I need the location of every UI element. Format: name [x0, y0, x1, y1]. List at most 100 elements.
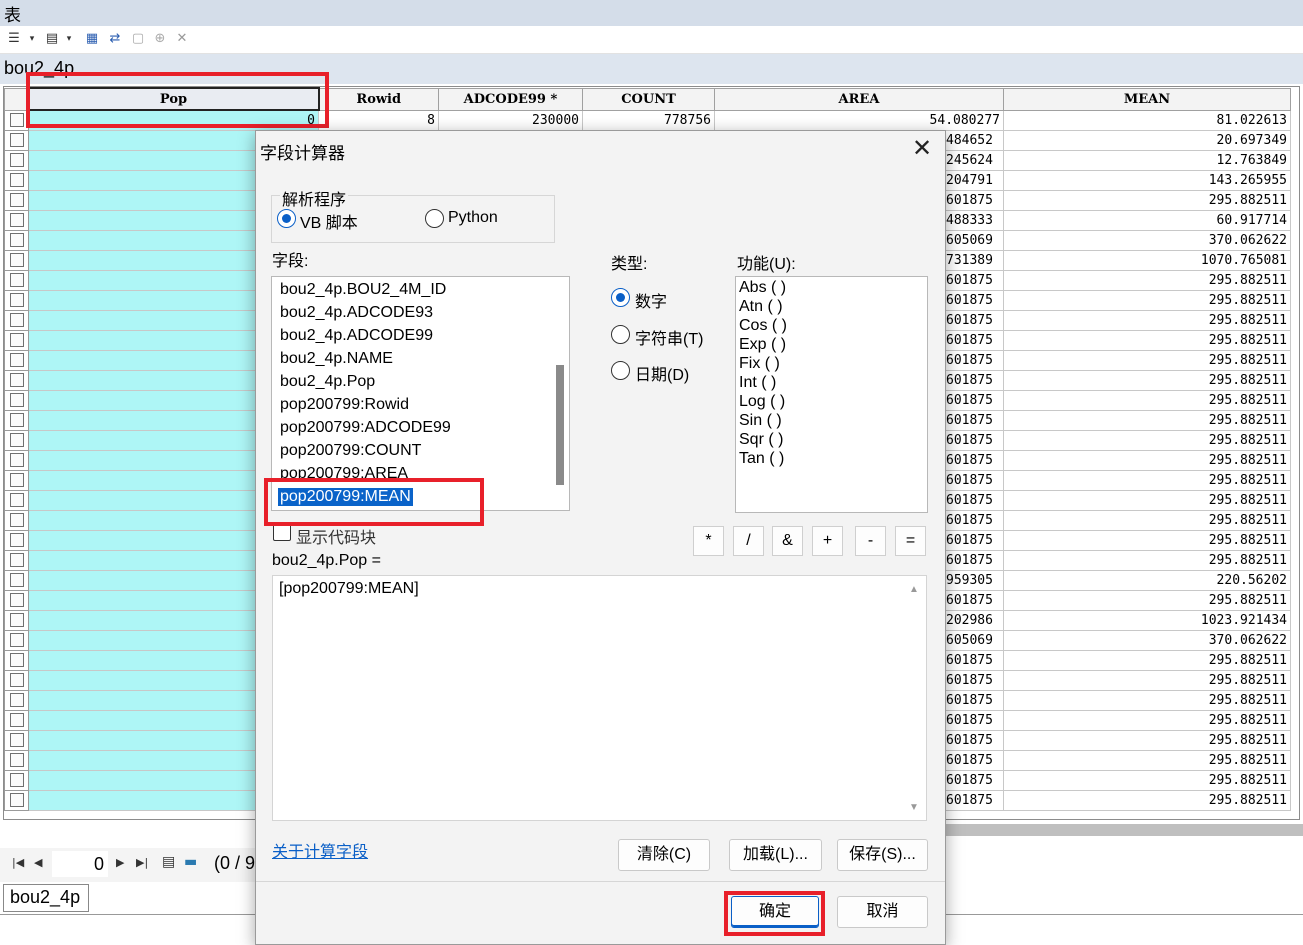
- functions-list[interactable]: Abs ( ) Atn ( ) Cos ( ) Exp ( ) Fix ( ) …: [735, 276, 928, 513]
- first-record-icon[interactable]: |◀: [12, 856, 24, 869]
- cancel-button[interactable]: 取消: [837, 896, 928, 928]
- cell-mean[interactable]: 12.763849: [1003, 149, 1291, 171]
- cell-count[interactable]: 778756: [582, 109, 715, 131]
- operator-equals-button[interactable]: =: [895, 526, 926, 556]
- cell-mean[interactable]: 295.882511: [1003, 349, 1291, 371]
- row-selector[interactable]: [4, 309, 29, 331]
- row-selector[interactable]: [4, 729, 29, 751]
- radio-python-label[interactable]: Python: [448, 209, 498, 227]
- row-selector-header[interactable]: [4, 87, 29, 111]
- row-selector[interactable]: [4, 429, 29, 451]
- row-selector[interactable]: [4, 549, 29, 571]
- cell-mean[interactable]: 295.882511: [1003, 289, 1291, 311]
- list-item[interactable]: bou2_4p.NAME: [280, 350, 393, 368]
- cell-area[interactable]: 54.080277: [714, 109, 1004, 131]
- function-item[interactable]: Fix ( ): [739, 355, 780, 373]
- radio-python[interactable]: [425, 209, 444, 228]
- chevron-down-icon[interactable]: ▾: [61, 31, 77, 47]
- row-selector[interactable]: [4, 389, 29, 411]
- row-selector[interactable]: [4, 269, 29, 291]
- column-header-mean[interactable]: MEAN: [1003, 87, 1291, 111]
- cell-mean[interactable]: 295.882511: [1003, 449, 1291, 471]
- related-tables-icon[interactable]: ▤: [44, 31, 60, 47]
- radio-type-number[interactable]: [611, 288, 630, 307]
- list-item[interactable]: bou2_4p.ADCODE93: [280, 304, 433, 322]
- row-selector[interactable]: [4, 229, 29, 251]
- cell-mean[interactable]: 295.882511: [1003, 469, 1291, 491]
- cell-mean[interactable]: 295.882511: [1003, 769, 1291, 791]
- row-selector[interactable]: [4, 769, 29, 791]
- scroll-up-icon[interactable]: ▲: [909, 584, 919, 595]
- cell-mean[interactable]: 20.697349: [1003, 129, 1291, 151]
- current-record-field[interactable]: 0: [52, 851, 108, 877]
- cell-mean[interactable]: 81.022613: [1003, 109, 1291, 131]
- function-item[interactable]: Sin ( ): [739, 412, 782, 430]
- cell-mean[interactable]: 295.882511: [1003, 509, 1291, 531]
- radio-type-number-label[interactable]: 数字: [635, 288, 667, 312]
- function-item[interactable]: Sqr ( ): [739, 431, 783, 449]
- row-selector[interactable]: [4, 249, 29, 271]
- row-selector[interactable]: [4, 469, 29, 491]
- cell-mean[interactable]: 370.062622: [1003, 629, 1291, 651]
- cell-mean[interactable]: 143.265955: [1003, 169, 1291, 191]
- close-icon[interactable]: ✕: [908, 135, 936, 163]
- list-item[interactable]: pop200799:Rowid: [280, 396, 409, 414]
- fields-list[interactable]: bou2_4p.BOU2_4M_ID bou2_4p.ADCODE93 bou2…: [271, 276, 570, 511]
- operator-plus-button[interactable]: +: [812, 526, 843, 556]
- operator-minus-button[interactable]: -: [855, 526, 886, 556]
- cell-mean[interactable]: 295.882511: [1003, 309, 1291, 331]
- cell-mean[interactable]: 295.882511: [1003, 649, 1291, 671]
- radio-type-string-label[interactable]: 字符串(T): [635, 325, 703, 349]
- row-selector[interactable]: [4, 169, 29, 191]
- cell-mean[interactable]: 1023.921434: [1003, 609, 1291, 631]
- cell-mean[interactable]: 295.882511: [1003, 329, 1291, 351]
- table-tab[interactable]: bou2_4p: [3, 884, 89, 912]
- list-item[interactable]: pop200799:ADCODE99: [280, 419, 451, 437]
- row-selector[interactable]: [4, 329, 29, 351]
- cell-mean[interactable]: 295.882511: [1003, 749, 1291, 771]
- radio-vbscript[interactable]: [277, 209, 296, 228]
- function-item[interactable]: Abs ( ): [739, 279, 786, 297]
- cell-mean[interactable]: 1070.765081: [1003, 249, 1291, 271]
- load-button[interactable]: 加载(L)...: [729, 839, 822, 871]
- delete-selected-icon[interactable]: ✕: [174, 31, 190, 47]
- zoom-to-selected-icon[interactable]: ⊕: [152, 31, 168, 47]
- row-selector[interactable]: [4, 129, 29, 151]
- expression-text[interactable]: [pop200799:MEAN]: [279, 580, 419, 598]
- row-selector[interactable]: [4, 569, 29, 591]
- function-item[interactable]: Atn ( ): [739, 298, 783, 316]
- show-codeblock-label[interactable]: 显示代码块: [296, 524, 376, 548]
- list-item[interactable]: bou2_4p.ADCODE99: [280, 327, 433, 345]
- scroll-down-icon[interactable]: ▼: [909, 802, 919, 813]
- row-selector[interactable]: [4, 789, 29, 811]
- cell-mean[interactable]: 295.882511: [1003, 409, 1291, 431]
- cell-adcode99[interactable]: 230000: [438, 109, 583, 131]
- previous-record-icon[interactable]: ◀: [34, 856, 42, 869]
- cell-mean[interactable]: 295.882511: [1003, 489, 1291, 511]
- cell-mean[interactable]: 295.882511: [1003, 589, 1291, 611]
- row-selector[interactable]: [4, 149, 29, 171]
- cell-mean[interactable]: 60.917714: [1003, 209, 1291, 231]
- radio-type-string[interactable]: [611, 325, 630, 344]
- row-selector[interactable]: [4, 609, 29, 631]
- list-item[interactable]: bou2_4p.Pop: [280, 373, 375, 391]
- row-selector[interactable]: [4, 489, 29, 511]
- row-selector[interactable]: [4, 749, 29, 771]
- cell-mean[interactable]: 295.882511: [1003, 549, 1291, 571]
- cell-mean[interactable]: 295.882511: [1003, 189, 1291, 211]
- row-selector[interactable]: [4, 509, 29, 531]
- cell-mean[interactable]: 295.882511: [1003, 269, 1291, 291]
- chevron-down-icon[interactable]: ▾: [24, 31, 40, 47]
- about-calculating-fields-link[interactable]: 关于计算字段: [272, 838, 368, 862]
- show-selected-records-icon[interactable]: ▬: [184, 854, 197, 870]
- expression-textarea[interactable]: [pop200799:MEAN] ▲ ▼: [272, 575, 927, 821]
- operator-multiply-button[interactable]: *: [693, 526, 724, 556]
- list-item[interactable]: bou2_4p.BOU2_4M_ID: [280, 281, 446, 299]
- row-selector[interactable]: [4, 529, 29, 551]
- row-selector[interactable]: [4, 709, 29, 731]
- function-item[interactable]: Log ( ): [739, 393, 785, 411]
- column-header-adcode99[interactable]: ADCODE99 *: [438, 87, 583, 111]
- operator-ampersand-button[interactable]: &: [772, 526, 803, 556]
- operator-divide-button[interactable]: /: [733, 526, 764, 556]
- cell-rowid[interactable]: 8: [318, 109, 439, 131]
